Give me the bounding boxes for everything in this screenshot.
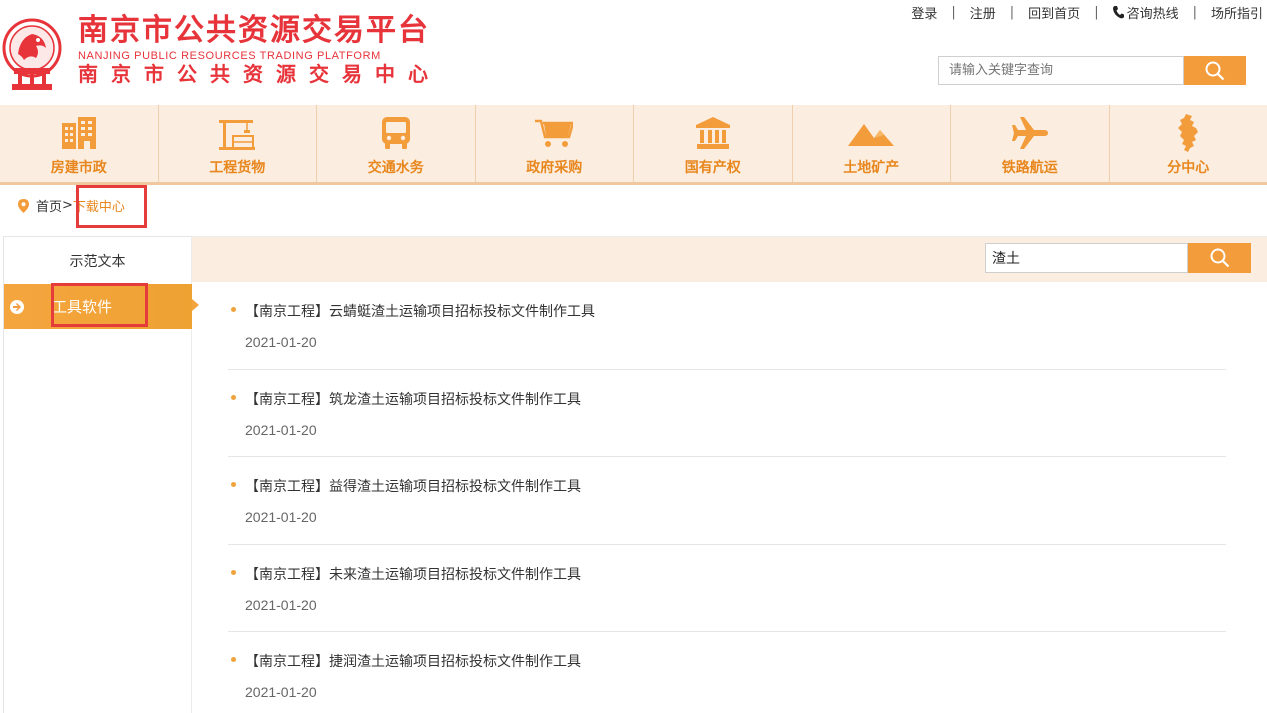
separator: | (951, 5, 956, 20)
active-pointer-arrow (192, 299, 199, 311)
nav-label: 土地矿产 (843, 160, 900, 176)
nav-item-transport[interactable]: 交通水务 (317, 105, 476, 182)
highlight-box-breadcrumb (76, 185, 147, 228)
map-icon (1176, 114, 1200, 152)
main-nav: 房建市政 工程货物 交通水务 政府采购 国有产权 土地矿产 铁路航运 分中心 (0, 105, 1267, 185)
site-title: 南京市公共资源交易平台 (78, 13, 430, 48)
bank-icon (695, 114, 730, 152)
nav-label: 交通水务 (367, 160, 424, 176)
bullet-dot (231, 482, 236, 487)
list-item-title[interactable]: 【南京工程】益得渣土运输项目招标投标文件制作工具 (245, 476, 581, 496)
search-icon (1210, 248, 1229, 268)
site-logo-text: 南京市公共资源交易平台 NANJING PUBLIC RESOURCES TRA… (78, 13, 441, 87)
nav-item-housing[interactable]: 房建市政 (0, 105, 159, 182)
mountain-icon (848, 114, 895, 152)
sidebar-item-label: 示范文本 (69, 254, 126, 270)
list-item-title[interactable]: 【南京工程】捷润渣土运输项目招标投标文件制作工具 (245, 651, 581, 671)
nav-label: 国有产权 (684, 160, 741, 176)
list-item[interactable]: 【南京工程】筑龙渣土运输项目招标投标文件制作工具 2021-01-20 (228, 370, 1226, 457)
sidebar-item-sample-texts[interactable]: 示范文本 (4, 237, 191, 285)
site-emblem-logo[interactable] (2, 14, 62, 96)
separator: | (1009, 5, 1015, 20)
bullet-dot (231, 307, 236, 312)
top-search (938, 56, 1246, 85)
nav-item-rail-shipping[interactable]: 铁路航运 (951, 105, 1110, 182)
breadcrumb-separator: > (62, 198, 73, 213)
top-search-button[interactable] (1184, 56, 1246, 85)
bullet-dot (231, 569, 236, 575)
guide-link[interactable]: 场所指引 (1211, 3, 1263, 22)
site-title-english: NANJING PUBLIC RESOURCES TRADING PLATFOR… (78, 50, 381, 62)
arrow-right-circle-icon (10, 299, 24, 314)
crane-icon (219, 114, 256, 152)
top-search-input[interactable] (938, 56, 1184, 85)
nav-label: 工程货物 (209, 160, 266, 176)
nav-item-branch-centers[interactable]: 分中心 (1110, 105, 1267, 182)
list-item-title[interactable]: 【南京工程】筑龙渣土运输项目招标投标文件制作工具 (245, 389, 581, 409)
list-search-button[interactable] (1188, 243, 1251, 273)
login-link[interactable]: 登录 (911, 3, 937, 22)
list-item-date: 2021-01-20 (245, 509, 317, 525)
building-icon (61, 114, 96, 152)
separator: | (1094, 5, 1099, 20)
separator: | (1192, 5, 1197, 20)
list-item-date: 2021-01-20 (245, 596, 317, 613)
list-search (985, 243, 1251, 273)
bullet-dot (231, 394, 236, 400)
breadcrumb-home-link[interactable]: 首页 (36, 196, 62, 215)
nav-item-land-minerals[interactable]: 土地矿产 (793, 105, 951, 182)
bus-icon (381, 114, 411, 152)
list-item-title[interactable]: 【南京工程】云蜻蜓渣土运输项目招标投标文件制作工具 (245, 301, 595, 321)
nav-label: 政府采购 (526, 160, 583, 176)
nav-label: 分中心 (1167, 160, 1210, 176)
location-pin-icon (18, 198, 29, 213)
cart-icon (535, 114, 574, 152)
hotline-label: 咨询热线 (1126, 7, 1179, 22)
list-item-date: 2021-01-20 (245, 684, 317, 700)
list-item-title[interactable]: 【南京工程】未来渣土运输项目招标投标文件制作工具 (245, 564, 581, 584)
list-item[interactable]: 【南京工程】云蜻蜓渣土运输项目招标投标文件制作工具 2021-01-20 (228, 282, 1226, 370)
search-icon (1205, 61, 1225, 80)
home-link[interactable]: 回到首页 (1028, 3, 1080, 22)
register-link[interactable]: 注册 (970, 3, 996, 22)
nav-item-state-property[interactable]: 国有产权 (634, 105, 793, 182)
list-item[interactable]: 【南京工程】益得渣土运输项目招标投标文件制作工具 2021-01-20 (228, 457, 1226, 545)
list-search-input[interactable] (985, 243, 1188, 273)
list-item[interactable]: 【南京工程】捷润渣土运输项目招标投标文件制作工具 2021-01-20 (228, 632, 1226, 713)
nav-item-procurement[interactable]: 政府采购 (476, 105, 634, 182)
airplane-icon (1011, 114, 1048, 152)
site-header: 南京市公共资源交易平台 NANJING PUBLIC RESOURCES TRA… (0, 0, 1267, 105)
bullet-dot (231, 657, 236, 662)
download-list: 【南京工程】云蜻蜓渣土运输项目招标投标文件制作工具 2021-01-20 【南京… (228, 282, 1226, 713)
nav-label: 铁路航运 (1001, 160, 1058, 176)
list-item-date: 2021-01-20 (245, 334, 317, 350)
highlight-box-sidebar (51, 283, 148, 327)
nav-item-engineering[interactable]: 工程货物 (159, 105, 317, 182)
hotline-link[interactable]: 咨询热线 (1112, 3, 1179, 22)
top-links: 登录 | 注册 | 回到首页 | 咨询热线 | 场所指引 (911, 3, 1263, 22)
list-item-date: 2021-01-20 (245, 421, 317, 438)
list-item[interactable]: 【南京工程】未来渣土运输项目招标投标文件制作工具 2021-01-20 (228, 545, 1226, 632)
site-subtitle: 南京市公共资源交易中心 (78, 62, 441, 86)
nav-label: 房建市政 (50, 160, 107, 176)
phone-icon (1112, 6, 1124, 19)
